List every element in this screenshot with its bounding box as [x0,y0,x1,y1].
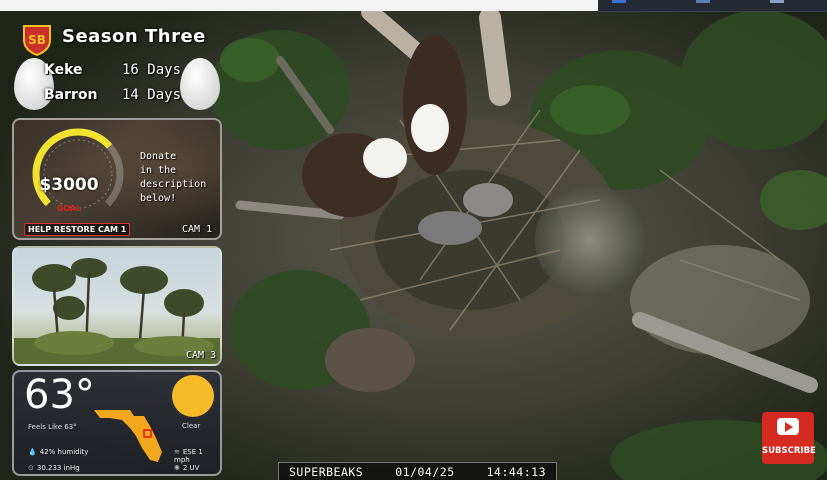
uv-value: 2 UV [182,464,200,472]
eaglet-name: Barron [44,87,98,103]
wind: ≋ ESE 1 mph [174,448,220,464]
donate-message-line: below! [140,193,177,204]
humidity-value: 42% humidity [39,448,89,456]
eaglet-age-row: Barron [44,87,98,103]
humidity-icon: 💧 [28,448,37,456]
youtube-play-icon [777,418,799,435]
season-header: SB Season Three Keke 16 Days Barron 14 D… [8,20,226,114]
eaglet-ages-panel: Keke 16 Days Barron 14 Days [12,58,222,110]
donation-panel: $3000 GOAL Donate in the description bel… [12,118,222,240]
eaglet-age-row: Keke [44,62,83,78]
donate-message-line: in the [140,165,177,176]
weather-panel: 63° Clear Feels Like 63° 💧 42% humidity ⊙… [12,370,222,476]
browser-top-strip [0,0,827,12]
donate-message: Donate in the description below! [140,150,220,206]
cam3-trees-image [14,258,220,364]
brand-label: SUPERBEAKS [289,464,364,479]
time-label: 14:44:13 [486,464,546,479]
donate-message-line: description [140,179,207,190]
wind-icon: ≋ [174,448,180,456]
uv-icon: ✺ [174,464,180,472]
tab-indicator [770,0,784,3]
subscribe-label: SUBSCRIBE [762,446,816,456]
help-restore-cam-badge: HELP RESTORE CAM 1 [24,223,131,236]
tab-indicator [696,0,710,3]
florida-map-icon [94,410,162,462]
egg-icon [180,58,220,110]
donate-message-line: Donate [140,151,177,162]
superbeaks-shield-logo: SB [23,25,51,56]
season-title: Season Three [62,26,206,47]
pressure: ⊙ 30.233 inHg [28,464,80,472]
stream-status-bar: SUPERBEAKS 01/04/25 14:44:13 [278,462,557,480]
humidity: 💧 42% humidity [28,448,88,456]
svg-text:SB: SB [28,33,46,47]
pressure-value: 30.233 inHg [36,464,80,472]
cam-label: CAM 1 [182,224,213,235]
eaglet-age-value: 14 Days [122,87,182,103]
donation-amount: $3000 [39,175,99,195]
uv-index: ✺ 2 UV [174,464,199,472]
cam3-preview: CAM 3 [12,246,222,366]
tab-indicator [612,0,626,3]
date-label: 01/04/25 [395,464,455,479]
feels-like: Feels Like 63° [28,423,77,431]
stream-overlay-sidebar: SB Season Three Keke 16 Days Barron 14 D… [8,20,226,478]
window-control-strip [598,0,827,12]
subscribe-button[interactable]: SUBSCRIBE [762,412,816,464]
sun-icon [172,375,214,417]
eaglet-name: Keke [44,62,83,78]
pressure-icon: ⊙ [28,464,34,472]
weather-condition: Clear [182,422,201,430]
eaglet-age-value: 16 Days [122,62,182,78]
temperature: 63° [24,372,95,418]
cam-label: CAM 3 [186,350,217,361]
donation-goal-label: GOAL [56,204,82,213]
